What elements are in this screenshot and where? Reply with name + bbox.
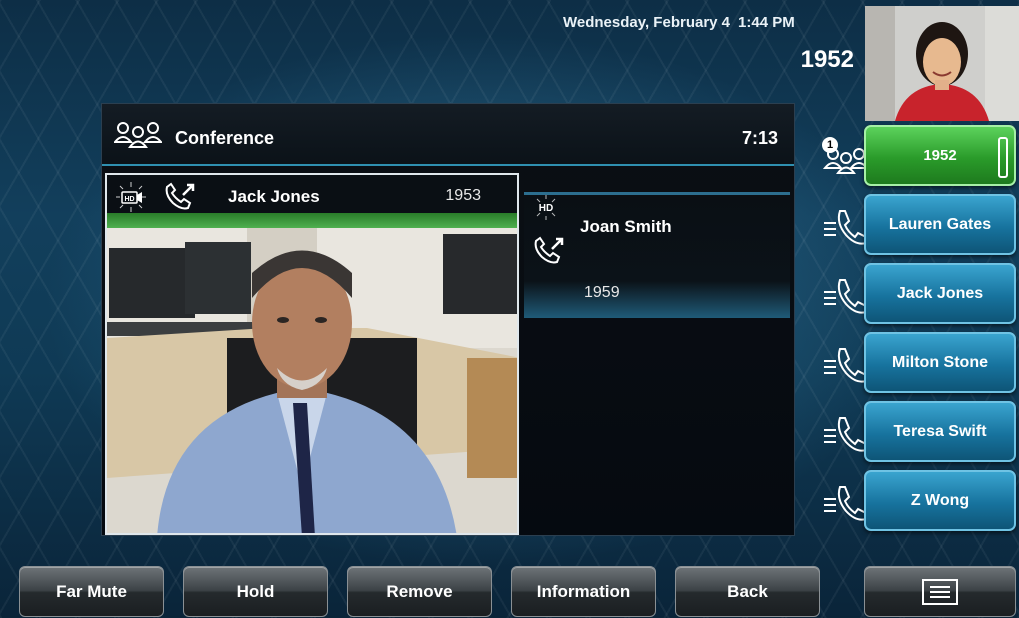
line-key-label: Milton Stone	[892, 353, 988, 371]
far-end-video	[107, 228, 517, 533]
line-count-badge: 1	[822, 137, 838, 153]
handset-line-icon	[824, 348, 867, 383]
menu-list-icon	[922, 578, 958, 605]
information-button[interactable]: Information	[511, 566, 656, 617]
hd-video-label: HD	[124, 196, 134, 203]
far-mute-button[interactable]: Far Mute	[19, 566, 164, 617]
handset-line-icon	[824, 486, 867, 521]
participant-number: 1959	[584, 284, 620, 301]
hd-audio-icon: HD	[536, 195, 556, 220]
line-key-label: Z Wong	[910, 491, 970, 509]
handset-line-icon	[824, 417, 867, 452]
menu-button[interactable]	[864, 566, 1016, 617]
self-view-video	[865, 6, 1019, 121]
line-key-1952[interactable]: 1952	[864, 125, 1016, 186]
line-key-label: Teresa Swift	[893, 422, 987, 440]
conference-header: Conference 7:13	[102, 104, 794, 166]
line-key-lauren-gates[interactable]: Lauren Gates	[864, 194, 1016, 255]
line-key-jack-jones[interactable]: Jack Jones	[864, 263, 1016, 324]
own-extension: 1952	[800, 46, 854, 73]
conference-panel: Conference 7:13 HD Jack Jones 1953 HD Jo…	[101, 103, 795, 536]
hd-video-icon: HD	[116, 182, 146, 212]
hold-button[interactable]: Hold	[183, 566, 328, 617]
line-key-label: Jack Jones	[896, 284, 984, 302]
participant-info-bar: HD Jack Jones 1953	[107, 175, 517, 228]
line-key-milton-stone[interactable]: Milton Stone	[864, 332, 1016, 393]
line-key-z-wong[interactable]: Z Wong	[864, 470, 1016, 531]
handset-active-call-icon	[534, 236, 564, 264]
line-key-teresa-swift[interactable]: Teresa Swift	[864, 401, 1016, 462]
participant-name: Joan Smith	[580, 217, 672, 236]
handset-line-icon	[824, 279, 867, 314]
participant-tile[interactable]: HD Joan Smith 1959	[524, 192, 790, 318]
handset-line-icon	[824, 210, 867, 245]
remove-button[interactable]: Remove	[347, 566, 492, 617]
participant-name: Jack Jones	[228, 187, 320, 206]
line-key-label: Lauren Gates	[888, 215, 992, 233]
participant-video-tile[interactable]: HD Jack Jones 1953	[105, 173, 519, 535]
conference-people-icon	[114, 122, 162, 148]
date-time: Wednesday, February 4 1:44 PM	[563, 14, 795, 31]
self-view-person-image	[865, 6, 1019, 121]
line-key-label: 1952	[923, 147, 957, 164]
status-date: Wednesday, February 4	[563, 14, 731, 31]
participant-number: 1953	[445, 187, 481, 204]
hd-audio-label: HD	[539, 203, 553, 214]
back-button[interactable]: Back	[675, 566, 820, 617]
phone-screen: Wednesday, February 4 1:44 PM 1952 Confe…	[0, 0, 1019, 618]
call-timer: 7:13	[741, 128, 778, 148]
far-end-person-image	[107, 228, 517, 533]
handset-active-call-icon	[165, 182, 195, 210]
conference-title: Conference	[175, 128, 275, 148]
status-time: 1:44 PM	[738, 14, 795, 31]
